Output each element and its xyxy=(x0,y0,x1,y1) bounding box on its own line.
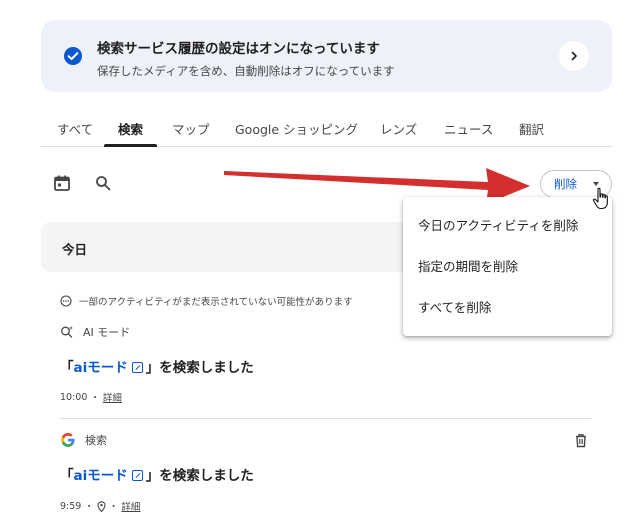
meta-separator: ・ xyxy=(90,393,100,404)
tab-news[interactable]: ニュース xyxy=(444,119,493,138)
tab-google-shopping[interactable]: Google ショッピング xyxy=(235,119,358,138)
ai-mode-icon xyxy=(61,326,73,338)
details-link[interactable]: 詳細 xyxy=(103,390,122,404)
product-tabs: すべて 検索 マップ Google ショッピング レンズ ニュース 翻訳 xyxy=(41,110,612,147)
open-in-new-icon xyxy=(131,470,143,481)
entry-title-prefix: 「 xyxy=(60,468,74,484)
tab-translate[interactable]: 翻訳 xyxy=(519,119,544,138)
banner-title: 検索サービス履歴の設定はオンになっています xyxy=(97,41,380,57)
calendar-icon[interactable] xyxy=(53,174,71,192)
entry-time: 9:59 xyxy=(60,500,82,512)
entry-title-suffix: 」を検索しました xyxy=(145,468,254,484)
trash-icon[interactable] xyxy=(574,433,588,448)
check-circle-icon xyxy=(64,47,82,65)
entry-source-label: AI モード xyxy=(83,326,131,339)
active-tab-indicator xyxy=(104,144,157,147)
banner-open-button[interactable] xyxy=(559,41,589,71)
entry-title-suffix: 」を検索しました xyxy=(145,360,254,376)
history-setting-banner[interactable]: 検索サービス履歴の設定はオンになっています 保存したメディアを含め、自動削除はオ… xyxy=(41,20,612,92)
entry-meta: 10:00 ・ 詳細 xyxy=(60,390,122,405)
notice-text: 一部のアクティビティがまだ表示されていない可能性があります xyxy=(79,297,353,308)
open-in-new-icon xyxy=(131,362,143,373)
entry-source: 検索 xyxy=(60,432,107,448)
google-g-icon xyxy=(61,433,75,447)
chevron-right-icon xyxy=(571,51,577,61)
entry-source: AI モード xyxy=(60,324,130,340)
entry-time: 10:00 xyxy=(60,391,88,403)
entry-query-link[interactable]: aiモード xyxy=(74,468,128,484)
entry-title: 「aiモード 」を検索しました xyxy=(60,356,254,376)
more-horizontal-circle-icon xyxy=(60,295,72,307)
menu-item-delete-today[interactable]: 今日のアクティビティを削除 xyxy=(403,204,612,245)
entry-divider xyxy=(60,418,591,419)
tab-maps[interactable]: マップ xyxy=(172,119,210,138)
tab-all[interactable]: すべて xyxy=(57,119,93,138)
hand-cursor-icon xyxy=(592,187,608,210)
search-icon[interactable] xyxy=(95,175,111,191)
pending-activity-notice: 一部のアクティビティがまだ表示されていない可能性があります xyxy=(60,294,353,308)
entry-title-prefix: 「 xyxy=(60,360,74,376)
details-link[interactable]: 詳細 xyxy=(121,499,140,513)
location-pin-icon xyxy=(97,500,106,512)
menu-item-delete-range[interactable]: 指定の期間を削除 xyxy=(403,245,612,286)
entry-query-link[interactable]: aiモード xyxy=(74,360,128,376)
banner-subtitle: 保存したメディアを含め、自動削除はオフになっています xyxy=(97,64,395,78)
meta-separator: ・ xyxy=(84,502,94,513)
entry-source-label: 検索 xyxy=(85,434,107,447)
meta-separator: ・ xyxy=(108,502,119,513)
delete-menu: 今日のアクティビティを削除 指定の期間を削除 すべてを削除 xyxy=(403,197,612,336)
entry-meta: 9:59 ・ ・ 詳細 xyxy=(60,499,140,514)
menu-item-delete-all[interactable]: すべてを削除 xyxy=(403,286,612,327)
tab-lens[interactable]: レンズ xyxy=(380,119,417,138)
date-section-label: 今日 xyxy=(62,242,88,257)
tab-search[interactable]: 検索 xyxy=(118,119,143,138)
entry-title: 「aiモード 」を検索しました xyxy=(60,464,254,484)
delete-button-label: 削除 xyxy=(554,177,577,191)
